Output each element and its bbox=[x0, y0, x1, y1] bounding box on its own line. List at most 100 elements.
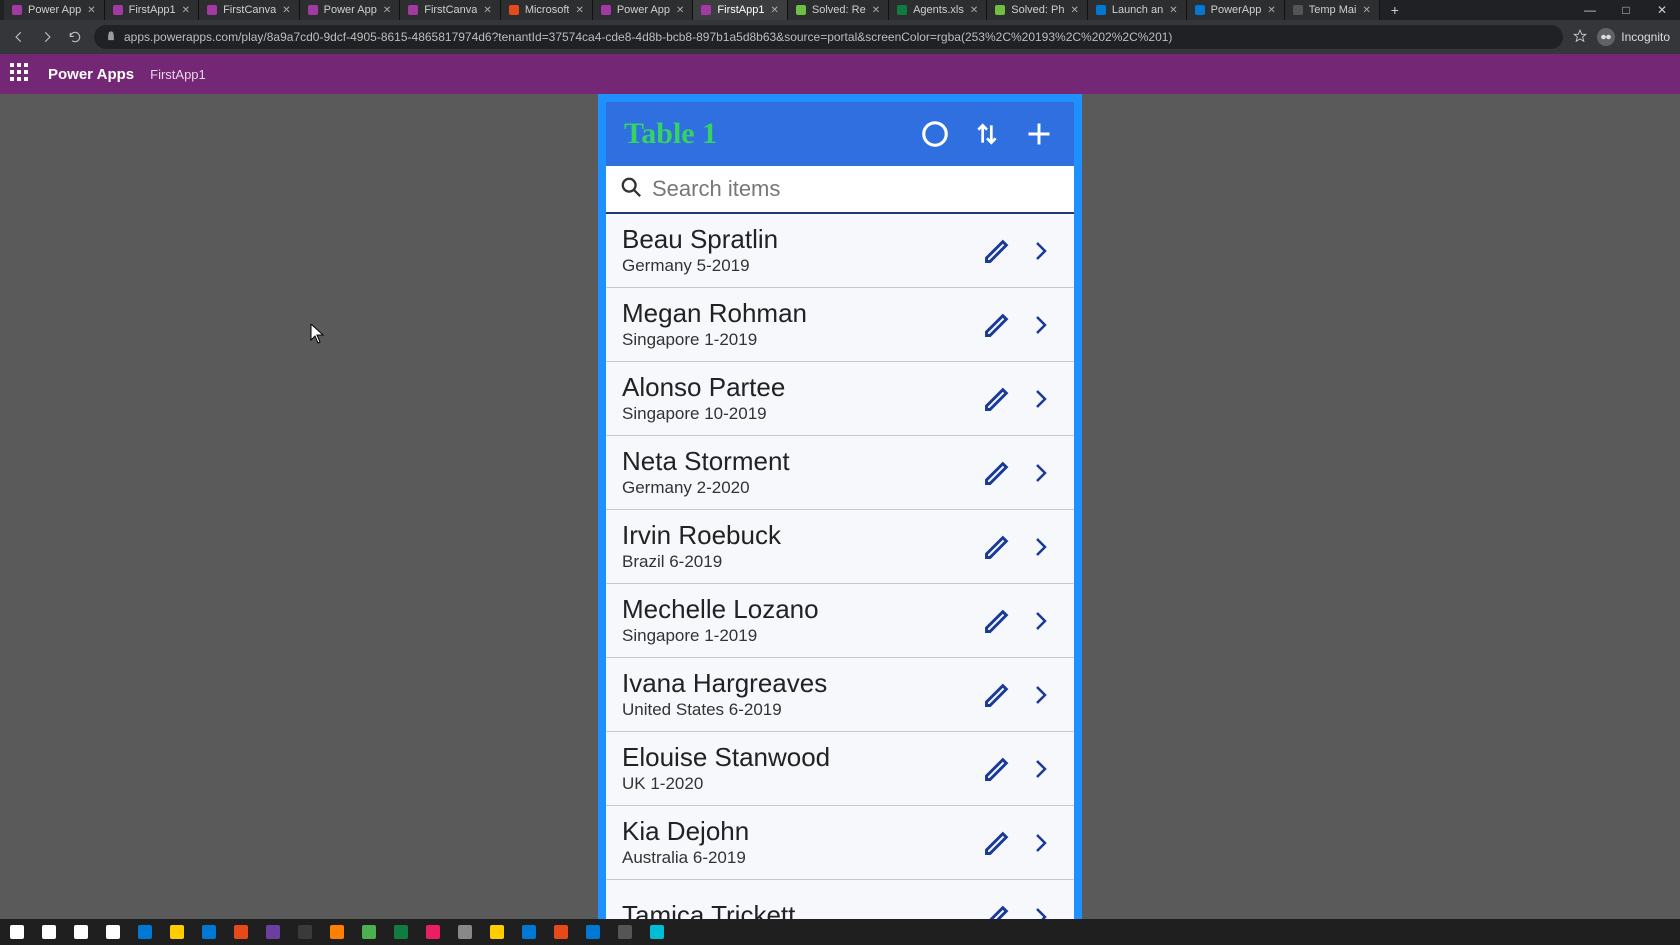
tab-close-icon[interactable]: ✕ bbox=[483, 5, 491, 16]
edit-button[interactable] bbox=[980, 826, 1014, 860]
browser-tab[interactable]: Launch an✕ bbox=[1088, 0, 1187, 20]
list-item[interactable]: Tamica Trickett bbox=[606, 880, 1074, 919]
browser-tab[interactable]: PowerApp✕ bbox=[1187, 0, 1285, 20]
taskbar-app-icon[interactable] bbox=[456, 923, 474, 941]
new-tab-button[interactable]: + bbox=[1380, 0, 1410, 20]
browser-tab[interactable]: Power App✕ bbox=[4, 0, 105, 20]
app-launcher-icon[interactable] bbox=[10, 63, 32, 85]
taskbar-app-icon[interactable] bbox=[136, 923, 154, 941]
tab-close-icon[interactable]: ✕ bbox=[282, 5, 290, 16]
item-name: Mechelle Lozano bbox=[622, 595, 970, 624]
refresh-button[interactable] bbox=[918, 117, 952, 151]
tab-close-icon[interactable]: ✕ bbox=[383, 5, 391, 16]
taskbar-app-icon[interactable] bbox=[648, 923, 666, 941]
browser-tab[interactable]: Power App✕ bbox=[300, 0, 401, 20]
edit-button[interactable] bbox=[980, 752, 1014, 786]
tab-close-icon[interactable]: ✕ bbox=[1169, 5, 1177, 16]
tab-close-icon[interactable]: ✕ bbox=[872, 5, 880, 16]
chevron-right-icon[interactable] bbox=[1024, 308, 1058, 342]
edit-button[interactable] bbox=[980, 530, 1014, 564]
tab-favicon-icon bbox=[308, 5, 318, 15]
taskbar-app-icon[interactable] bbox=[40, 923, 58, 941]
taskbar-app-icon[interactable] bbox=[8, 923, 26, 941]
tab-close-icon[interactable]: ✕ bbox=[1070, 5, 1078, 16]
list-item[interactable]: Ivana HargreavesUnited States 6-2019 bbox=[606, 658, 1074, 732]
browser-tab[interactable]: FirstCanva✕ bbox=[400, 0, 501, 20]
item-name: Elouise Stanwood bbox=[622, 743, 970, 772]
tab-close-icon[interactable]: ✕ bbox=[182, 5, 190, 16]
tab-close-icon[interactable]: ✕ bbox=[970, 5, 978, 16]
taskbar-app-icon[interactable] bbox=[424, 923, 442, 941]
back-button[interactable] bbox=[10, 28, 28, 46]
sort-button[interactable] bbox=[970, 117, 1004, 151]
browser-tab[interactable]: Power App✕ bbox=[593, 0, 694, 20]
taskbar-app-icon[interactable] bbox=[584, 923, 602, 941]
list-item[interactable]: Beau SpratlinGermany 5-2019 bbox=[606, 214, 1074, 288]
chevron-right-icon[interactable] bbox=[1024, 382, 1058, 416]
tab-close-icon[interactable]: ✕ bbox=[575, 5, 583, 16]
list-item[interactable]: Irvin RoebuckBrazil 6-2019 bbox=[606, 510, 1074, 584]
browser-tab[interactable]: Agents.xls✕ bbox=[889, 0, 987, 20]
list-item[interactable]: Alonso ParteeSingapore 10-2019 bbox=[606, 362, 1074, 436]
taskbar-app-icon[interactable] bbox=[616, 923, 634, 941]
list-item[interactable]: Elouise StanwoodUK 1-2020 bbox=[606, 732, 1074, 806]
chevron-right-icon[interactable] bbox=[1024, 752, 1058, 786]
chevron-right-icon[interactable] bbox=[1024, 900, 1058, 920]
bookmark-star-icon[interactable] bbox=[1573, 29, 1587, 46]
close-window-button[interactable]: ✕ bbox=[1644, 0, 1680, 20]
taskbar-app-icon[interactable] bbox=[296, 923, 314, 941]
chevron-right-icon[interactable] bbox=[1024, 604, 1058, 638]
reload-button[interactable] bbox=[66, 28, 84, 46]
edit-button[interactable] bbox=[980, 900, 1014, 920]
taskbar-app-icon[interactable] bbox=[264, 923, 282, 941]
taskbar-app-icon[interactable] bbox=[168, 923, 186, 941]
taskbar-app-icon[interactable] bbox=[72, 923, 90, 941]
edit-button[interactable] bbox=[980, 604, 1014, 638]
taskbar-app-icon[interactable] bbox=[392, 923, 410, 941]
taskbar-app-icon[interactable] bbox=[328, 923, 346, 941]
chevron-right-icon[interactable] bbox=[1024, 678, 1058, 712]
browser-tab[interactable]: Solved: Re✕ bbox=[788, 0, 889, 20]
taskbar-app-icon[interactable] bbox=[520, 923, 538, 941]
tab-close-icon[interactable]: ✕ bbox=[676, 5, 684, 16]
browser-tab[interactable]: FirstCanva✕ bbox=[199, 0, 300, 20]
edit-button[interactable] bbox=[980, 234, 1014, 268]
tab-favicon-icon bbox=[12, 5, 22, 15]
app-title: Table 1 bbox=[624, 117, 900, 151]
tab-close-icon[interactable]: ✕ bbox=[1267, 5, 1275, 16]
add-button[interactable] bbox=[1022, 117, 1056, 151]
browser-tab[interactable]: FirstApp1✕ bbox=[105, 0, 199, 20]
chevron-right-icon[interactable] bbox=[1024, 234, 1058, 268]
taskbar-app-icon[interactable] bbox=[104, 923, 122, 941]
chevron-right-icon[interactable] bbox=[1024, 530, 1058, 564]
taskbar-app-icon[interactable] bbox=[552, 923, 570, 941]
list-item[interactable]: Mechelle LozanoSingapore 1-2019 bbox=[606, 584, 1074, 658]
taskbar-app-icon[interactable] bbox=[360, 923, 378, 941]
chevron-right-icon[interactable] bbox=[1024, 826, 1058, 860]
tab-close-icon[interactable]: ✕ bbox=[87, 5, 95, 16]
edit-button[interactable] bbox=[980, 382, 1014, 416]
list-item[interactable]: Megan RohmanSingapore 1-2019 bbox=[606, 288, 1074, 362]
tab-close-icon[interactable]: ✕ bbox=[771, 5, 779, 16]
chevron-right-icon[interactable] bbox=[1024, 456, 1058, 490]
maximize-button[interactable]: □ bbox=[1608, 0, 1644, 20]
browser-tab[interactable]: FirstApp1✕ bbox=[693, 0, 787, 20]
edit-button[interactable] bbox=[980, 308, 1014, 342]
edit-button[interactable] bbox=[980, 456, 1014, 490]
search-input[interactable] bbox=[652, 176, 1060, 202]
address-omnibox[interactable]: apps.powerapps.com/play/8a9a7cd0-9dcf-49… bbox=[94, 25, 1563, 49]
items-list[interactable]: Beau SpratlinGermany 5-2019Megan RohmanS… bbox=[606, 214, 1074, 919]
browser-tab[interactable]: Temp Mai✕ bbox=[1285, 0, 1380, 20]
edit-button[interactable] bbox=[980, 678, 1014, 712]
forward-button[interactable] bbox=[38, 28, 56, 46]
browser-tab[interactable]: Microsoft✕ bbox=[501, 0, 593, 20]
taskbar-app-icon[interactable] bbox=[488, 923, 506, 941]
tab-favicon-icon bbox=[509, 5, 519, 15]
taskbar-app-icon[interactable] bbox=[200, 923, 218, 941]
minimize-button[interactable]: — bbox=[1572, 0, 1608, 20]
list-item[interactable]: Kia DejohnAustralia 6-2019 bbox=[606, 806, 1074, 880]
taskbar-app-icon[interactable] bbox=[232, 923, 250, 941]
tab-close-icon[interactable]: ✕ bbox=[1362, 5, 1370, 16]
browser-tab[interactable]: Solved: Ph✕ bbox=[987, 0, 1088, 20]
list-item[interactable]: Neta StormentGermany 2-2020 bbox=[606, 436, 1074, 510]
